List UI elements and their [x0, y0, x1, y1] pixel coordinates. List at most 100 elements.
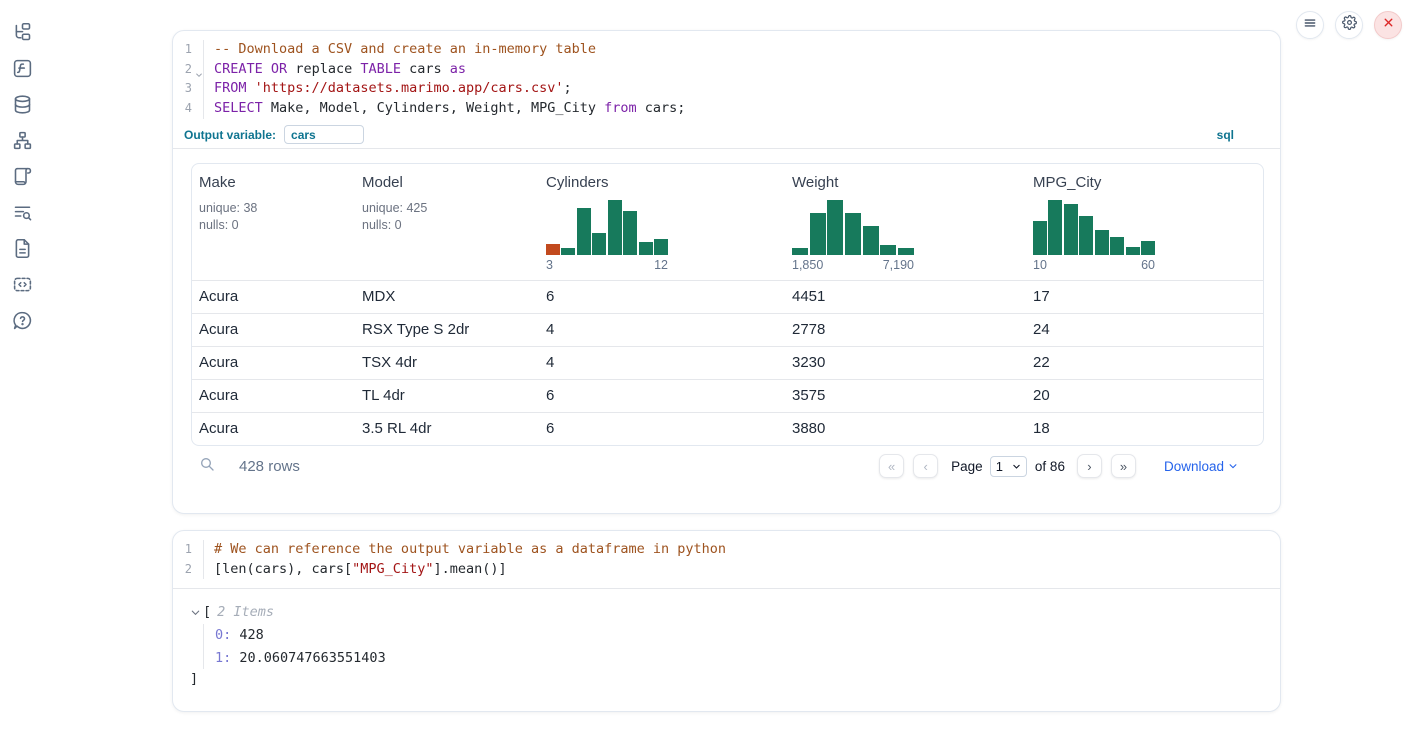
histogram-bar[interactable] — [577, 208, 591, 255]
histogram-bar[interactable] — [1064, 204, 1078, 255]
histogram-bar[interactable] — [1095, 230, 1109, 255]
sql-code-editor[interactable]: 1-- Download a CSV and create an in-memo… — [173, 31, 1280, 125]
python-code-editor[interactable]: 1# We can reference the output variable … — [173, 531, 1280, 589]
histogram-bar[interactable] — [898, 248, 914, 255]
logs-icon[interactable] — [0, 194, 44, 230]
tree-children: 0: 4281: 20.060747663551403 — [203, 624, 1262, 669]
histogram-bar[interactable] — [546, 244, 560, 255]
table-row[interactable]: AcuraTL 4dr6357520 — [192, 379, 1263, 412]
line-number: 2 — [173, 60, 204, 80]
search-button[interactable] — [199, 456, 215, 477]
shutdown-button[interactable] — [1374, 11, 1402, 39]
tree-output: [ 2 Items 0: 4281: 20.060747663551403 ] — [173, 589, 1280, 703]
output-variable-label: Output variable: — [184, 128, 276, 142]
table-cell: 20 — [1026, 387, 1263, 404]
chevron-down-icon — [1228, 461, 1238, 471]
histogram-bars — [546, 200, 668, 255]
table-cell: RSX Type S 2dr — [355, 321, 539, 338]
histogram-bar[interactable] — [827, 200, 843, 255]
histogram-bar[interactable] — [561, 248, 575, 255]
download-button[interactable]: Download — [1164, 459, 1238, 474]
histogram-bar[interactable] — [1126, 247, 1140, 255]
tree-open-bracket: [ — [203, 602, 211, 622]
code-line[interactable]: 4SELECT Make, Model, Cylinders, Weight, … — [173, 99, 1280, 119]
histogram-bar[interactable] — [880, 245, 896, 255]
code-line[interactable]: 2CREATE OR replace TABLE cars as — [173, 60, 1280, 80]
histogram-bar[interactable] — [845, 213, 861, 255]
page-number-select[interactable]: 1 — [990, 456, 1027, 477]
table-cell: Acura — [192, 321, 355, 338]
hamburger-icon — [1303, 16, 1317, 35]
last-page-button[interactable]: » — [1111, 454, 1136, 478]
chevrons-left-icon: « — [888, 459, 895, 474]
documentation-icon[interactable] — [0, 230, 44, 266]
code-text: CREATE OR replace TABLE cars as — [204, 60, 466, 80]
scratchpad-icon[interactable] — [0, 158, 44, 194]
prev-page-button[interactable]: ‹ — [913, 454, 938, 478]
column-header[interactable]: Makeunique: 38nulls: 0 — [192, 174, 355, 272]
histogram-bar[interactable] — [608, 200, 622, 255]
left-sidebar — [0, 0, 44, 729]
dependency-graph-icon[interactable] — [0, 122, 44, 158]
column-name: Model — [362, 174, 539, 191]
code-line[interactable]: 2[len(cars), cars["MPG_City"].mean()] — [173, 560, 1280, 580]
table-row[interactable]: AcuraRSX Type S 2dr4277824 — [192, 313, 1263, 346]
table-row[interactable]: AcuraMDX6445117 — [192, 280, 1263, 313]
column-name: Cylinders — [546, 174, 785, 191]
column-header[interactable]: Weight1,8507,190 — [785, 174, 1026, 272]
first-page-button[interactable]: « — [879, 454, 904, 478]
histogram-bar[interactable] — [1048, 200, 1062, 255]
line-number: 4 — [173, 99, 204, 119]
tree-entry-key: 0: — [215, 627, 231, 643]
histogram-bar[interactable] — [863, 226, 879, 255]
code-text: FROM 'https://datasets.marimo.app/cars.c… — [204, 79, 572, 99]
histogram-bar[interactable] — [792, 248, 808, 255]
download-label: Download — [1164, 459, 1224, 474]
code-line[interactable]: 3FROM 'https://datasets.marimo.app/cars.… — [173, 79, 1280, 99]
table-cell: 4 — [539, 354, 785, 371]
table-cell: 3880 — [785, 420, 1026, 437]
column-name: MPG_City — [1033, 174, 1263, 191]
next-page-button[interactable]: › — [1077, 454, 1102, 478]
table-row[interactable]: AcuraTSX 4dr4323022 — [192, 346, 1263, 379]
histogram-bar[interactable] — [623, 211, 637, 255]
menu-button[interactable] — [1296, 11, 1324, 39]
table-cell: 4451 — [785, 288, 1026, 305]
code-line[interactable]: 1# We can reference the output variable … — [173, 540, 1280, 560]
column-header[interactable]: Cylinders312 — [539, 174, 785, 272]
help-icon[interactable] — [0, 302, 44, 338]
histogram-bar[interactable] — [639, 242, 653, 255]
chevrons-right-icon: » — [1120, 459, 1127, 474]
file-explorer-icon[interactable] — [0, 14, 44, 50]
table-footer: 428 rows « ‹ Page 1 of 86 › » Download — [191, 446, 1264, 487]
code-line[interactable]: 1-- Download a CSV and create an in-memo… — [173, 40, 1280, 60]
line-number: 1 — [173, 540, 204, 560]
tree-items-count: 2 Items — [217, 602, 274, 622]
histogram-bar[interactable] — [1110, 237, 1124, 255]
table-cell: 24 — [1026, 321, 1263, 338]
table-body: AcuraMDX6445117AcuraRSX Type S 2dr427782… — [192, 280, 1263, 445]
histogram-bar[interactable] — [1141, 241, 1155, 255]
datasources-icon[interactable] — [0, 86, 44, 122]
collapse-chevron-icon[interactable] — [190, 607, 201, 618]
pagination: « ‹ Page 1 of 86 › » Download — [879, 454, 1264, 478]
settings-button[interactable] — [1335, 11, 1363, 39]
histogram-bar[interactable] — [810, 213, 826, 255]
variables-icon[interactable] — [0, 50, 44, 86]
histogram-bar[interactable] — [654, 239, 668, 255]
column-header[interactable]: Modelunique: 425nulls: 0 — [355, 174, 539, 272]
line-number: 1 — [173, 40, 204, 60]
snippets-icon[interactable] — [0, 266, 44, 302]
row-count: 428 rows — [239, 458, 300, 475]
table-row[interactable]: Acura3.5 RL 4dr6388018 — [192, 412, 1263, 445]
histogram-bar[interactable] — [1079, 216, 1093, 255]
column-histogram: 1060 — [1033, 200, 1155, 272]
axis-min-label: 1,850 — [792, 258, 823, 272]
page-number-value: 1 — [996, 459, 1003, 474]
output-variable-input[interactable] — [284, 125, 364, 144]
table-cell: Acura — [192, 387, 355, 404]
column-header[interactable]: MPG_City 1060 — [1026, 174, 1263, 272]
column-stat: unique: 38 — [199, 200, 355, 217]
histogram-bar[interactable] — [592, 233, 606, 255]
histogram-bar[interactable] — [1033, 221, 1047, 255]
